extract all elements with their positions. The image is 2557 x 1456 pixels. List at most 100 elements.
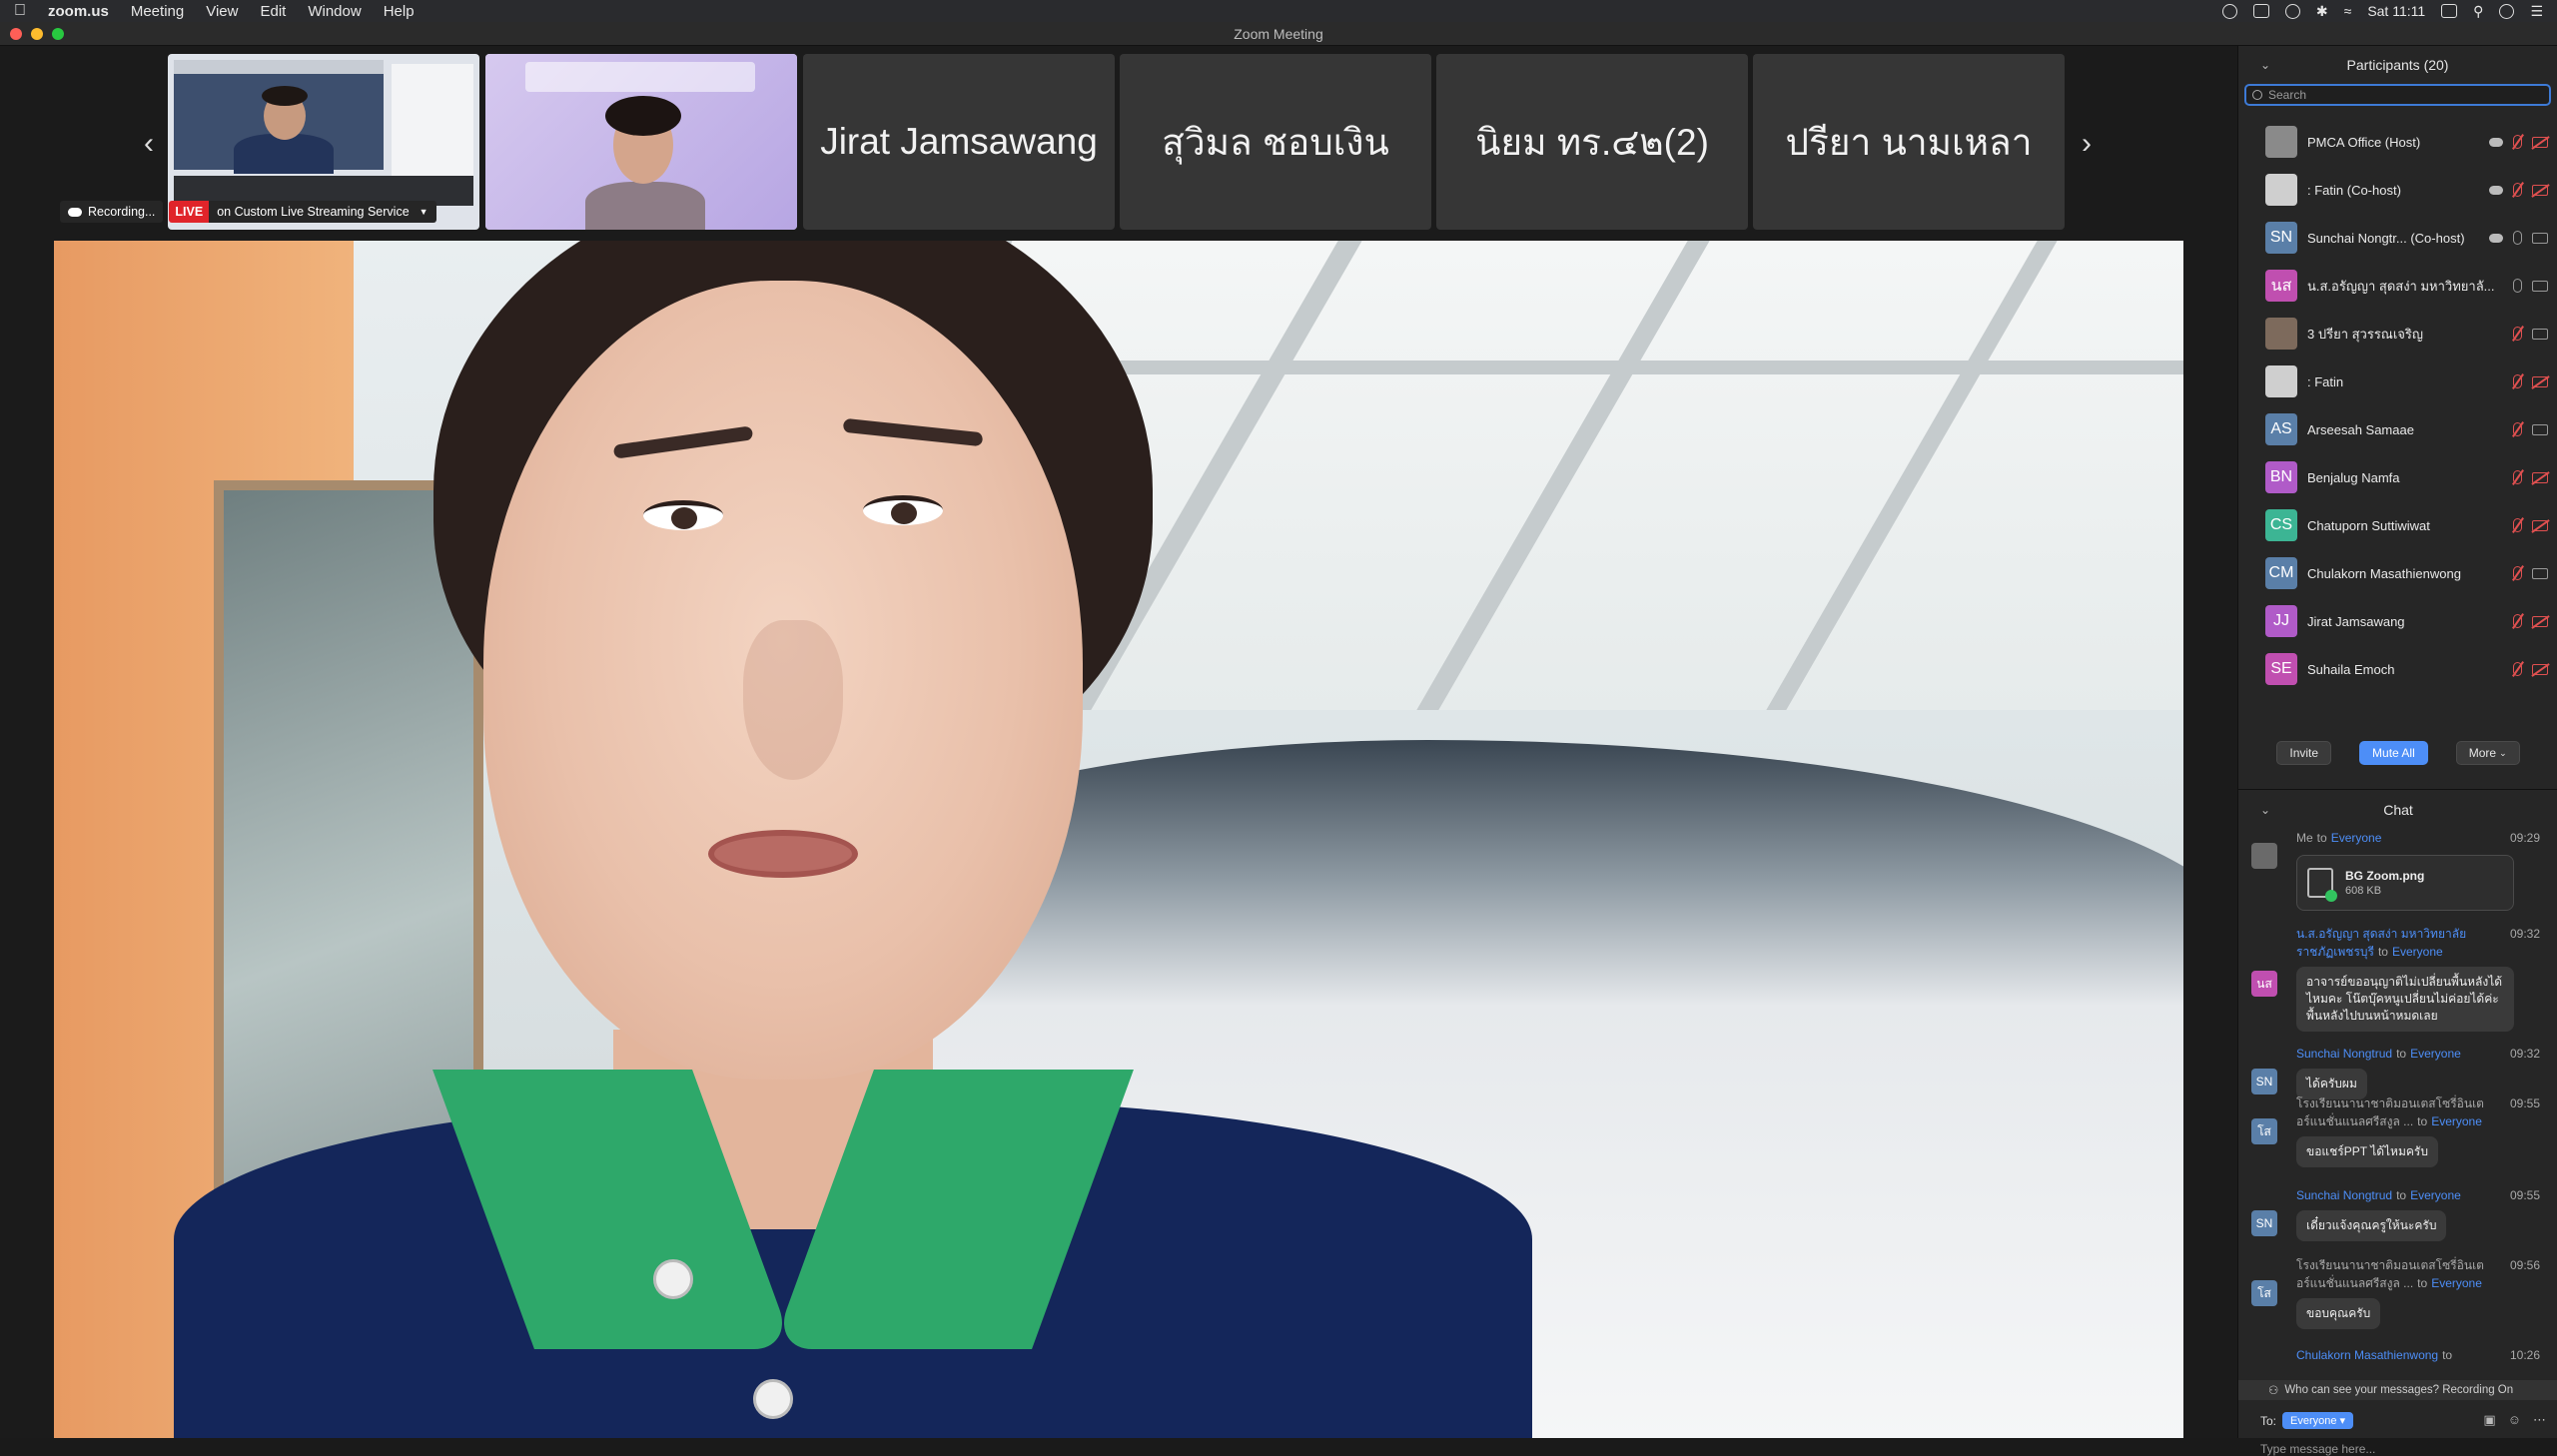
chat-message-input[interactable]: Type message here... xyxy=(2260,1442,2375,1456)
menu-meeting[interactable]: Meeting xyxy=(131,3,184,20)
microphone-icon[interactable] xyxy=(2513,327,2522,341)
notification-icon[interactable] xyxy=(2441,4,2458,18)
zoom-status-icon[interactable] xyxy=(2221,3,2237,19)
video-tile-presenter[interactable] xyxy=(485,54,797,230)
chat-messages[interactable]: Me to Everyone 09:29 BG Zoom.png 608 KB น.ส.อร… xyxy=(2238,829,2557,1380)
microphone-icon[interactable] xyxy=(2513,374,2522,388)
control-center-icon[interactable]: ☰ xyxy=(2530,3,2543,20)
participant-row[interactable]: SE Suhaila Emoch xyxy=(2238,645,2557,693)
cloud-icon xyxy=(2489,137,2503,147)
recording-indicator[interactable]: Recording... xyxy=(60,201,164,223)
participant-row[interactable]: 3 ปรียา สุวรรณเจริญ xyxy=(2238,310,2557,358)
microphone-icon[interactable] xyxy=(2513,470,2522,484)
camera-icon[interactable] xyxy=(2532,375,2548,387)
participant-row[interactable]: CS Chatuporn Suttiwiwat xyxy=(2238,501,2557,549)
microphone-icon[interactable] xyxy=(2513,422,2522,436)
microphone-icon[interactable] xyxy=(2513,614,2522,628)
apple-icon[interactable]:  xyxy=(14,2,26,20)
live-stream-dropdown[interactable]: on Custom Live Streaming Service ▼ xyxy=(209,201,436,223)
chat-message[interactable]: Sunchai Nongtrud to Everyone 09:32 ได้ครับผม… xyxy=(2238,1045,2557,1099)
cloud-recording-status-icon[interactable] xyxy=(2284,3,2300,19)
video-tile-name[interactable]: นิยม ทร.๔๒(2) xyxy=(1436,54,1748,230)
camera-icon[interactable] xyxy=(2532,567,2548,579)
participant-row[interactable]: SN Sunchai Nongtr... (Co-host) xyxy=(2238,214,2557,262)
clock[interactable]: Sat 11:11 xyxy=(2367,3,2425,19)
camera-icon[interactable] xyxy=(2532,232,2548,244)
emoji-icon[interactable]: ☺ xyxy=(2508,1412,2521,1428)
chat-message[interactable]: Chulakorn Masathienwong to 10:26 xyxy=(2238,1346,2557,1364)
active-speaker-video[interactable] xyxy=(54,241,2183,1438)
spotlight-icon[interactable]: ⚲ xyxy=(2473,3,2483,20)
participant-row[interactable]: PMCA Office (Host) xyxy=(2238,118,2557,166)
video-tile-name[interactable]: Jirat Jamsawang xyxy=(803,54,1115,230)
chat-message[interactable]: โรงเรียนนานาชาติมอนเตสโซรี่อินเตอร์แนชั่… xyxy=(2238,1094,2557,1167)
file-size: 608 KB xyxy=(2345,885,2382,897)
chat-message[interactable]: โรงเรียนนานาชาติมอนเตสโซรี่อินเตอร์แนชั่… xyxy=(2238,1256,2557,1329)
camera-icon[interactable] xyxy=(2532,136,2548,148)
video-tile-name[interactable]: ปรียา นามเหลา xyxy=(1753,54,2065,230)
camera-icon[interactable] xyxy=(2532,184,2548,196)
more-options-icon[interactable]: ⋯ xyxy=(2533,1412,2546,1428)
to-label: To: xyxy=(2260,1413,2277,1428)
camera-icon[interactable] xyxy=(2532,519,2548,531)
minimize-window-icon[interactable] xyxy=(31,28,43,40)
camera-icon[interactable] xyxy=(2532,471,2548,483)
chat-message[interactable]: Sunchai Nongtrud to Everyone 09:55 เดี๋ยวแจ้… xyxy=(2238,1186,2557,1241)
video-tile-name[interactable]: สุวิมล ชอบเงิน xyxy=(1120,54,1431,230)
collapse-participants-chevron-icon[interactable]: ⌄ xyxy=(2260,58,2270,72)
chat-to-word: to xyxy=(2396,1188,2407,1202)
mute-all-button[interactable]: Mute All xyxy=(2359,741,2428,765)
participant-row[interactable]: : Fatin (Co-host) xyxy=(2238,166,2557,214)
participant-row[interactable]: JJ Jirat Jamsawang xyxy=(2238,597,2557,645)
chat-visibility-note[interactable]: ⚇ Who can see your messages? Recording O… xyxy=(2238,1380,2557,1400)
microphone-icon[interactable] xyxy=(2513,662,2522,676)
strip-prev-arrow-icon[interactable]: ‹ xyxy=(134,124,164,164)
screen-share-status-icon[interactable] xyxy=(2252,4,2269,18)
participant-row[interactable]: CM Chulakorn Masathienwong xyxy=(2238,549,2557,597)
chat-message[interactable]: น.ส.อรัญญา สุดสง่า มหาวิทยาลัยราชภัฏเพชร… xyxy=(2238,925,2557,1032)
siri-icon[interactable] xyxy=(2499,3,2515,19)
menu-edit[interactable]: Edit xyxy=(260,3,286,20)
camera-icon[interactable] xyxy=(2532,663,2548,675)
participant-row[interactable]: BN Benjalug Namfa xyxy=(2238,453,2557,501)
chat-message[interactable]: Me to Everyone 09:29 BG Zoom.png 608 KB xyxy=(2238,829,2557,911)
chat-sender[interactable]: Me xyxy=(2296,831,2313,845)
menu-help[interactable]: Help xyxy=(384,3,415,20)
menu-view[interactable]: View xyxy=(206,3,238,20)
chat-sender[interactable]: Sunchai Nongtrud xyxy=(2296,1047,2392,1061)
microphone-icon[interactable] xyxy=(2513,183,2522,197)
microphone-icon[interactable] xyxy=(2513,566,2522,580)
close-window-icon[interactable] xyxy=(10,28,22,40)
invite-button[interactable]: Invite xyxy=(2276,741,2332,765)
participant-status xyxy=(2513,614,2548,628)
camera-icon[interactable] xyxy=(2532,423,2548,435)
menu-window[interactable]: Window xyxy=(308,3,361,20)
camera-icon[interactable] xyxy=(2532,328,2548,340)
chat-to-word: to xyxy=(2417,1276,2428,1290)
camera-icon[interactable] xyxy=(2532,280,2548,292)
strip-next-arrow-icon[interactable]: › xyxy=(2072,124,2102,164)
file-attachment[interactable]: BG Zoom.png 608 KB xyxy=(2296,855,2514,911)
microphone-icon[interactable] xyxy=(2513,231,2522,245)
avatar xyxy=(2265,126,2297,158)
microphone-icon[interactable] xyxy=(2513,279,2522,293)
more-button[interactable]: More ⌄ xyxy=(2455,741,2520,765)
fullscreen-window-icon[interactable] xyxy=(52,28,64,40)
menu-app[interactable]: zoom.us xyxy=(48,3,109,20)
collapse-chat-chevron-icon[interactable]: ⌄ xyxy=(2260,803,2270,817)
participant-row[interactable]: : Fatin xyxy=(2238,358,2557,405)
participant-status xyxy=(2513,518,2548,532)
participant-search-input[interactable]: Search xyxy=(2244,84,2551,106)
participant-row[interactable]: นส น.ส.อรัญญา สุดสง่า มหาวิทยาลั... xyxy=(2238,262,2557,310)
chat-sender[interactable]: Chulakorn Masathienwong xyxy=(2296,1348,2438,1362)
bluetooth-icon[interactable]: ✱ xyxy=(2316,3,2328,20)
file-attach-icon[interactable]: ▣ xyxy=(2483,1412,2495,1428)
microphone-icon[interactable] xyxy=(2513,135,2522,149)
microphone-icon[interactable] xyxy=(2513,518,2522,532)
participant-row[interactable]: AS Arseesah Samaae xyxy=(2238,405,2557,453)
wifi-icon[interactable]: ≈ xyxy=(2344,3,2352,19)
chat-bubble: อาจารย์ขออนุญาติไม่เปลี่ยนพื้นหลังได้ไหม… xyxy=(2296,967,2514,1032)
camera-icon[interactable] xyxy=(2532,615,2548,627)
recipient-select[interactable]: Everyone ▾ xyxy=(2282,1412,2354,1429)
chat-sender[interactable]: Sunchai Nongtrud xyxy=(2296,1188,2392,1202)
